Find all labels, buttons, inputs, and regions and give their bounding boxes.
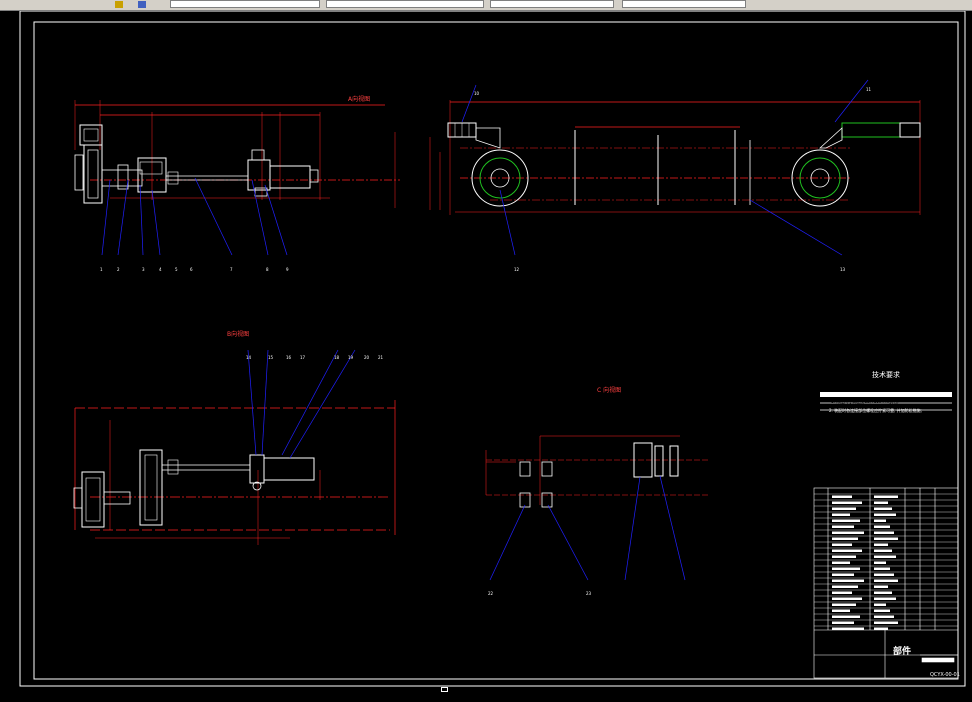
balloon-label: 3 (142, 267, 145, 272)
balloon-label: 18 (334, 355, 340, 360)
balloon-label: 1 (100, 267, 103, 272)
parts-row-text (874, 603, 886, 606)
drawing-code: QCYX-00-01 (930, 672, 960, 678)
balloon-label: 17 (300, 355, 306, 360)
resize-grip-icon[interactable] (441, 687, 448, 692)
parts-row-text (832, 579, 864, 582)
balloon-label: 23 (586, 591, 592, 596)
mid-left-view (73, 349, 396, 545)
parts-row-text (874, 627, 888, 630)
balloon-label: 16 (286, 355, 292, 360)
parts-row-text (874, 609, 890, 612)
parts-row-text (874, 573, 894, 576)
linetype-dropdown[interactable] (490, 0, 614, 8)
parts-row-text (832, 627, 864, 630)
parts-row-text (874, 495, 898, 498)
parts-row-text (874, 525, 890, 528)
parts-row-text (832, 525, 854, 528)
balloon-label: 13 (840, 267, 846, 272)
parts-row-text (832, 591, 852, 594)
parts-row-text (832, 561, 850, 564)
parts-row-text (832, 609, 850, 612)
balloon-label: 12 (514, 267, 520, 272)
parts-row-text (874, 507, 892, 510)
drawing-canvas[interactable]: A向视图 B向视图 C 向视图 1. 未注尺寸公差按GB/T1804-m执行; … (0, 10, 972, 698)
balloon-label: 8 (266, 267, 269, 272)
mid-right-view (485, 435, 710, 581)
color-dropdown[interactable] (326, 0, 484, 8)
inner-border (33, 21, 959, 680)
parts-row-text (874, 621, 898, 624)
parts-row-text (874, 585, 888, 588)
balloon-label: 20 (364, 355, 370, 360)
tech-note-1: 1. 未注尺寸公差按GB/T1804-m执行; (831, 399, 899, 404)
parts-row-text (832, 567, 860, 570)
parts-row-text (832, 549, 862, 552)
parts-row-text (832, 573, 854, 576)
title-block (813, 487, 959, 679)
cad-toolbar (0, 0, 972, 11)
cad-drawing (19, 10, 966, 687)
parts-row-text (874, 591, 892, 594)
parts-row-text (832, 585, 858, 588)
view-label-mid-left: B向视图 (227, 331, 250, 338)
parts-row-text (874, 555, 896, 558)
layer-icon[interactable] (115, 1, 123, 8)
balloon-label: 5 (175, 267, 178, 272)
cube-icon[interactable] (138, 1, 146, 8)
parts-row-text (832, 495, 852, 498)
balloon-label: 11 (866, 87, 872, 92)
balloon-label: 10 (474, 91, 480, 96)
balloon-label: 22 (488, 591, 494, 596)
parts-row-text (874, 615, 894, 618)
tech-note-2: 2. 装配时各连接部位螺栓应拧紧可靠, 并加防松措施; (829, 408, 922, 413)
parts-row-text (832, 501, 862, 504)
parts-row-text (832, 597, 862, 600)
parts-row-text (874, 513, 896, 516)
layer-dropdown[interactable] (170, 0, 320, 8)
balloon-label: 9 (286, 267, 289, 272)
parts-row-text (874, 597, 896, 600)
parts-row-text (832, 543, 852, 546)
parts-row-text (874, 579, 898, 582)
balloon-label: 15 (268, 355, 274, 360)
parts-row-text (874, 561, 886, 564)
balloon-label: 7 (230, 267, 233, 272)
parts-row-text (874, 543, 888, 546)
parts-row-text (832, 519, 860, 522)
parts-row-text (874, 537, 898, 540)
parts-row-text (874, 549, 892, 552)
parts-row-text (832, 621, 854, 624)
parts-row-text (874, 531, 894, 534)
parts-row-text (832, 513, 850, 516)
balloon-label: 4 (159, 267, 162, 272)
balloon-label: 19 (348, 355, 354, 360)
balloon-label: 2 (117, 267, 120, 272)
parts-row-text (832, 531, 864, 534)
balloon-label: 14 (246, 355, 252, 360)
view-label-top-left: A向视图 (348, 96, 371, 103)
top-left-view (74, 100, 400, 256)
parts-row-text (832, 555, 856, 558)
parts-row-text (832, 507, 856, 510)
top-right-view (429, 79, 921, 256)
parts-row-text (874, 519, 886, 522)
parts-list-rows (814, 493, 958, 630)
plotstyle-dropdown[interactable] (754, 0, 854, 8)
title-block-name: 部件 (893, 647, 912, 657)
parts-row-text (832, 615, 860, 618)
tech-requirements-title: 技术要求 (872, 371, 900, 379)
view-label-mid-right: C 向视图 (597, 387, 622, 394)
parts-row-text (832, 537, 858, 540)
outer-border (19, 10, 966, 687)
parts-row-text (874, 501, 888, 504)
balloon-label: 21 (378, 355, 384, 360)
parts-row-text (874, 567, 890, 570)
lineweight-dropdown[interactable] (622, 0, 746, 8)
parts-row-text (832, 603, 856, 606)
balloon-label: 6 (190, 267, 193, 272)
